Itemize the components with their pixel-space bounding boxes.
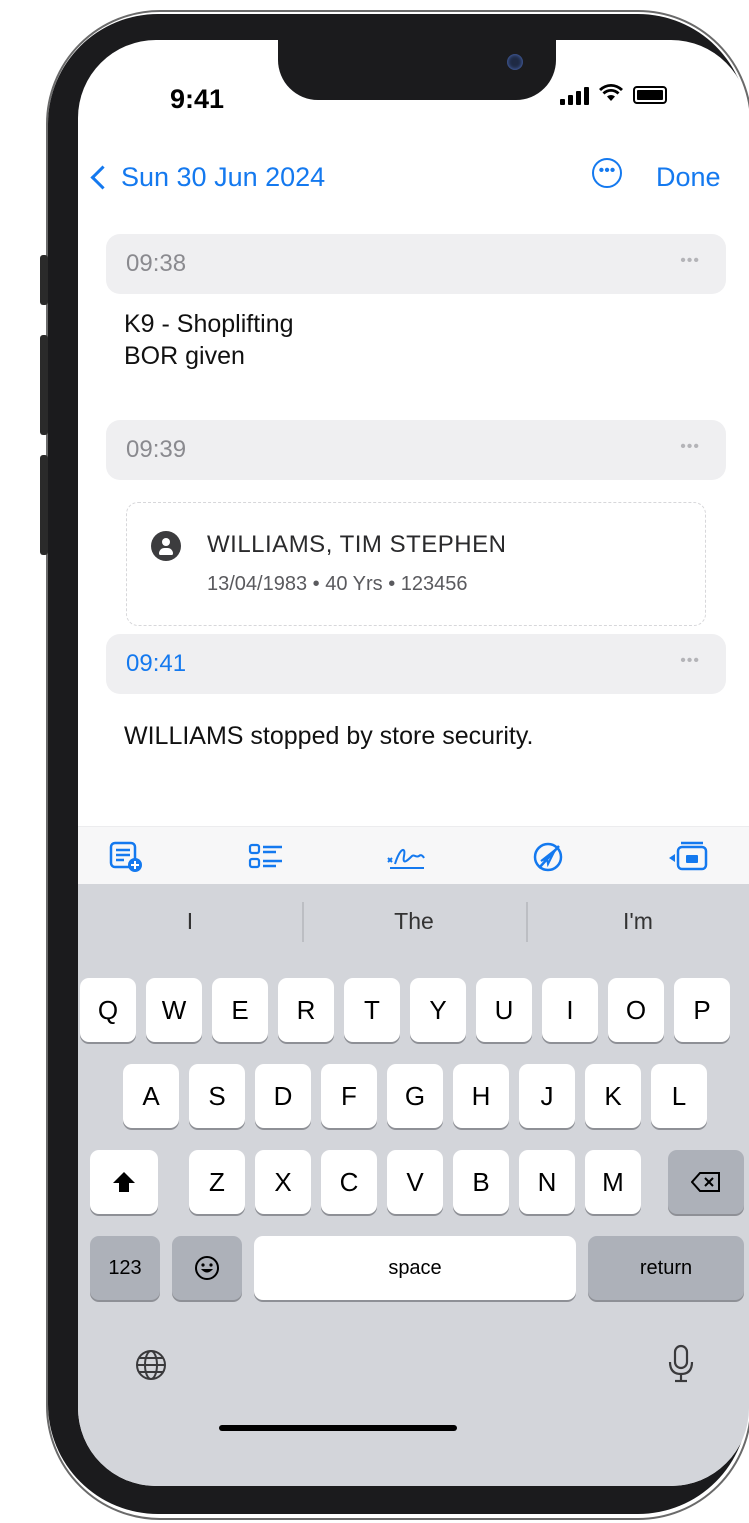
divider: [302, 902, 304, 942]
key-t[interactable]: T: [344, 978, 400, 1042]
person-card[interactable]: WILLIAMS, TIM STEPHEN 13/04/1983 • 40 Yr…: [126, 502, 706, 626]
key-a[interactable]: A: [123, 1064, 179, 1128]
screen: 9:41 Sun 30 Jun 2024 ••• Done 09:38 ••• …: [78, 40, 749, 1486]
entry-time: 09:38: [126, 250, 187, 277]
key-l[interactable]: L: [651, 1064, 707, 1128]
signal-icon: [560, 85, 589, 105]
entry-text-line: BOR given: [124, 342, 245, 370]
volume-up-button: [40, 335, 48, 435]
add-note-icon[interactable]: [106, 839, 146, 875]
key-q[interactable]: Q: [80, 978, 136, 1042]
person-icon: [151, 531, 181, 561]
key-k[interactable]: K: [585, 1064, 641, 1128]
key-e[interactable]: E: [212, 978, 268, 1042]
shift-key[interactable]: [90, 1150, 158, 1214]
back-button[interactable]: Sun 30 Jun 2024: [90, 162, 326, 193]
accessory-toolbar: [78, 826, 749, 887]
suggestion-item[interactable]: I'm: [538, 908, 738, 935]
key-f[interactable]: F: [321, 1064, 377, 1128]
emoji-icon: [195, 1256, 219, 1280]
back-label: Sun 30 Jun 2024: [121, 162, 326, 192]
person-name: WILLIAMS, TIM STEPHEN: [207, 531, 507, 558]
suggestion-item[interactable]: I: [90, 908, 290, 935]
key-z[interactable]: Z: [189, 1150, 245, 1214]
status-time: 9:41: [170, 84, 225, 114]
backspace-icon: [691, 1172, 720, 1192]
signature-icon[interactable]: [386, 839, 426, 875]
emoji-key[interactable]: [172, 1236, 242, 1300]
return-key[interactable]: return: [588, 1236, 744, 1300]
no-location-icon[interactable]: [528, 839, 568, 875]
divider: [526, 902, 528, 942]
more-icon[interactable]: •••: [680, 652, 700, 670]
home-indicator[interactable]: [219, 1425, 457, 1431]
key-v[interactable]: V: [387, 1150, 443, 1214]
camera-card-icon[interactable]: [668, 839, 708, 875]
checklist-icon[interactable]: [246, 839, 286, 875]
key-m[interactable]: M: [585, 1150, 641, 1214]
wifi-icon: [599, 84, 623, 105]
key-j[interactable]: J: [519, 1064, 575, 1128]
volume-down-button: [40, 455, 48, 555]
key-p[interactable]: P: [674, 978, 730, 1042]
microphone-icon[interactable]: [666, 1344, 696, 1389]
key-u[interactable]: U: [476, 978, 532, 1042]
ellipsis-circle-icon[interactable]: •••: [592, 158, 622, 188]
key-h[interactable]: H: [453, 1064, 509, 1128]
space-key[interactable]: space: [254, 1236, 576, 1300]
entry-text[interactable]: K9 - Shoplifting BOR given: [124, 308, 294, 372]
front-camera: [507, 54, 523, 70]
numbers-key[interactable]: 123: [90, 1236, 160, 1300]
keyboard: I The I'm Q W E R T Y U I O P A S D F G …: [78, 884, 749, 1486]
shift-icon: [113, 1172, 135, 1192]
key-x[interactable]: X: [255, 1150, 311, 1214]
key-g[interactable]: G: [387, 1064, 443, 1128]
notch: [278, 40, 556, 100]
entry-header[interactable]: 09:41 •••: [106, 634, 726, 694]
entry-text-input[interactable]: WILLIAMS stopped by store security.: [124, 720, 533, 752]
key-i[interactable]: I: [542, 978, 598, 1042]
entry-header[interactable]: 09:39 •••: [106, 420, 726, 480]
entry-header[interactable]: 09:38 •••: [106, 234, 726, 294]
key-d[interactable]: D: [255, 1064, 311, 1128]
more-icon[interactable]: •••: [680, 438, 700, 456]
suggestion-item[interactable]: The: [314, 908, 514, 935]
key-s[interactable]: S: [189, 1064, 245, 1128]
chevron-left-icon: [90, 165, 115, 190]
done-button[interactable]: Done: [656, 162, 721, 193]
key-y[interactable]: Y: [410, 978, 466, 1042]
entry-time: 09:39: [126, 436, 187, 463]
key-b[interactable]: B: [453, 1150, 509, 1214]
key-r[interactable]: R: [278, 978, 334, 1042]
key-o[interactable]: O: [608, 978, 664, 1042]
globe-icon[interactable]: [134, 1348, 168, 1387]
delete-key[interactable]: [668, 1150, 744, 1214]
mute-switch: [40, 255, 48, 305]
entry-text-line: WILLIAMS stopped by store security.: [124, 722, 534, 750]
suggestion-bar: I The I'm: [78, 884, 749, 960]
key-w[interactable]: W: [146, 978, 202, 1042]
status-icons: [560, 84, 667, 105]
entry-text-line: K9 - Shoplifting: [124, 310, 294, 338]
more-icon[interactable]: •••: [680, 252, 700, 270]
nav-bar: Sun 30 Jun 2024 ••• Done: [78, 158, 749, 202]
key-c[interactable]: C: [321, 1150, 377, 1214]
key-n[interactable]: N: [519, 1150, 575, 1214]
entry-time: 09:41: [126, 650, 187, 677]
battery-icon: [633, 85, 667, 104]
person-details: 13/04/1983 • 40 Yrs • 123456: [207, 573, 468, 595]
